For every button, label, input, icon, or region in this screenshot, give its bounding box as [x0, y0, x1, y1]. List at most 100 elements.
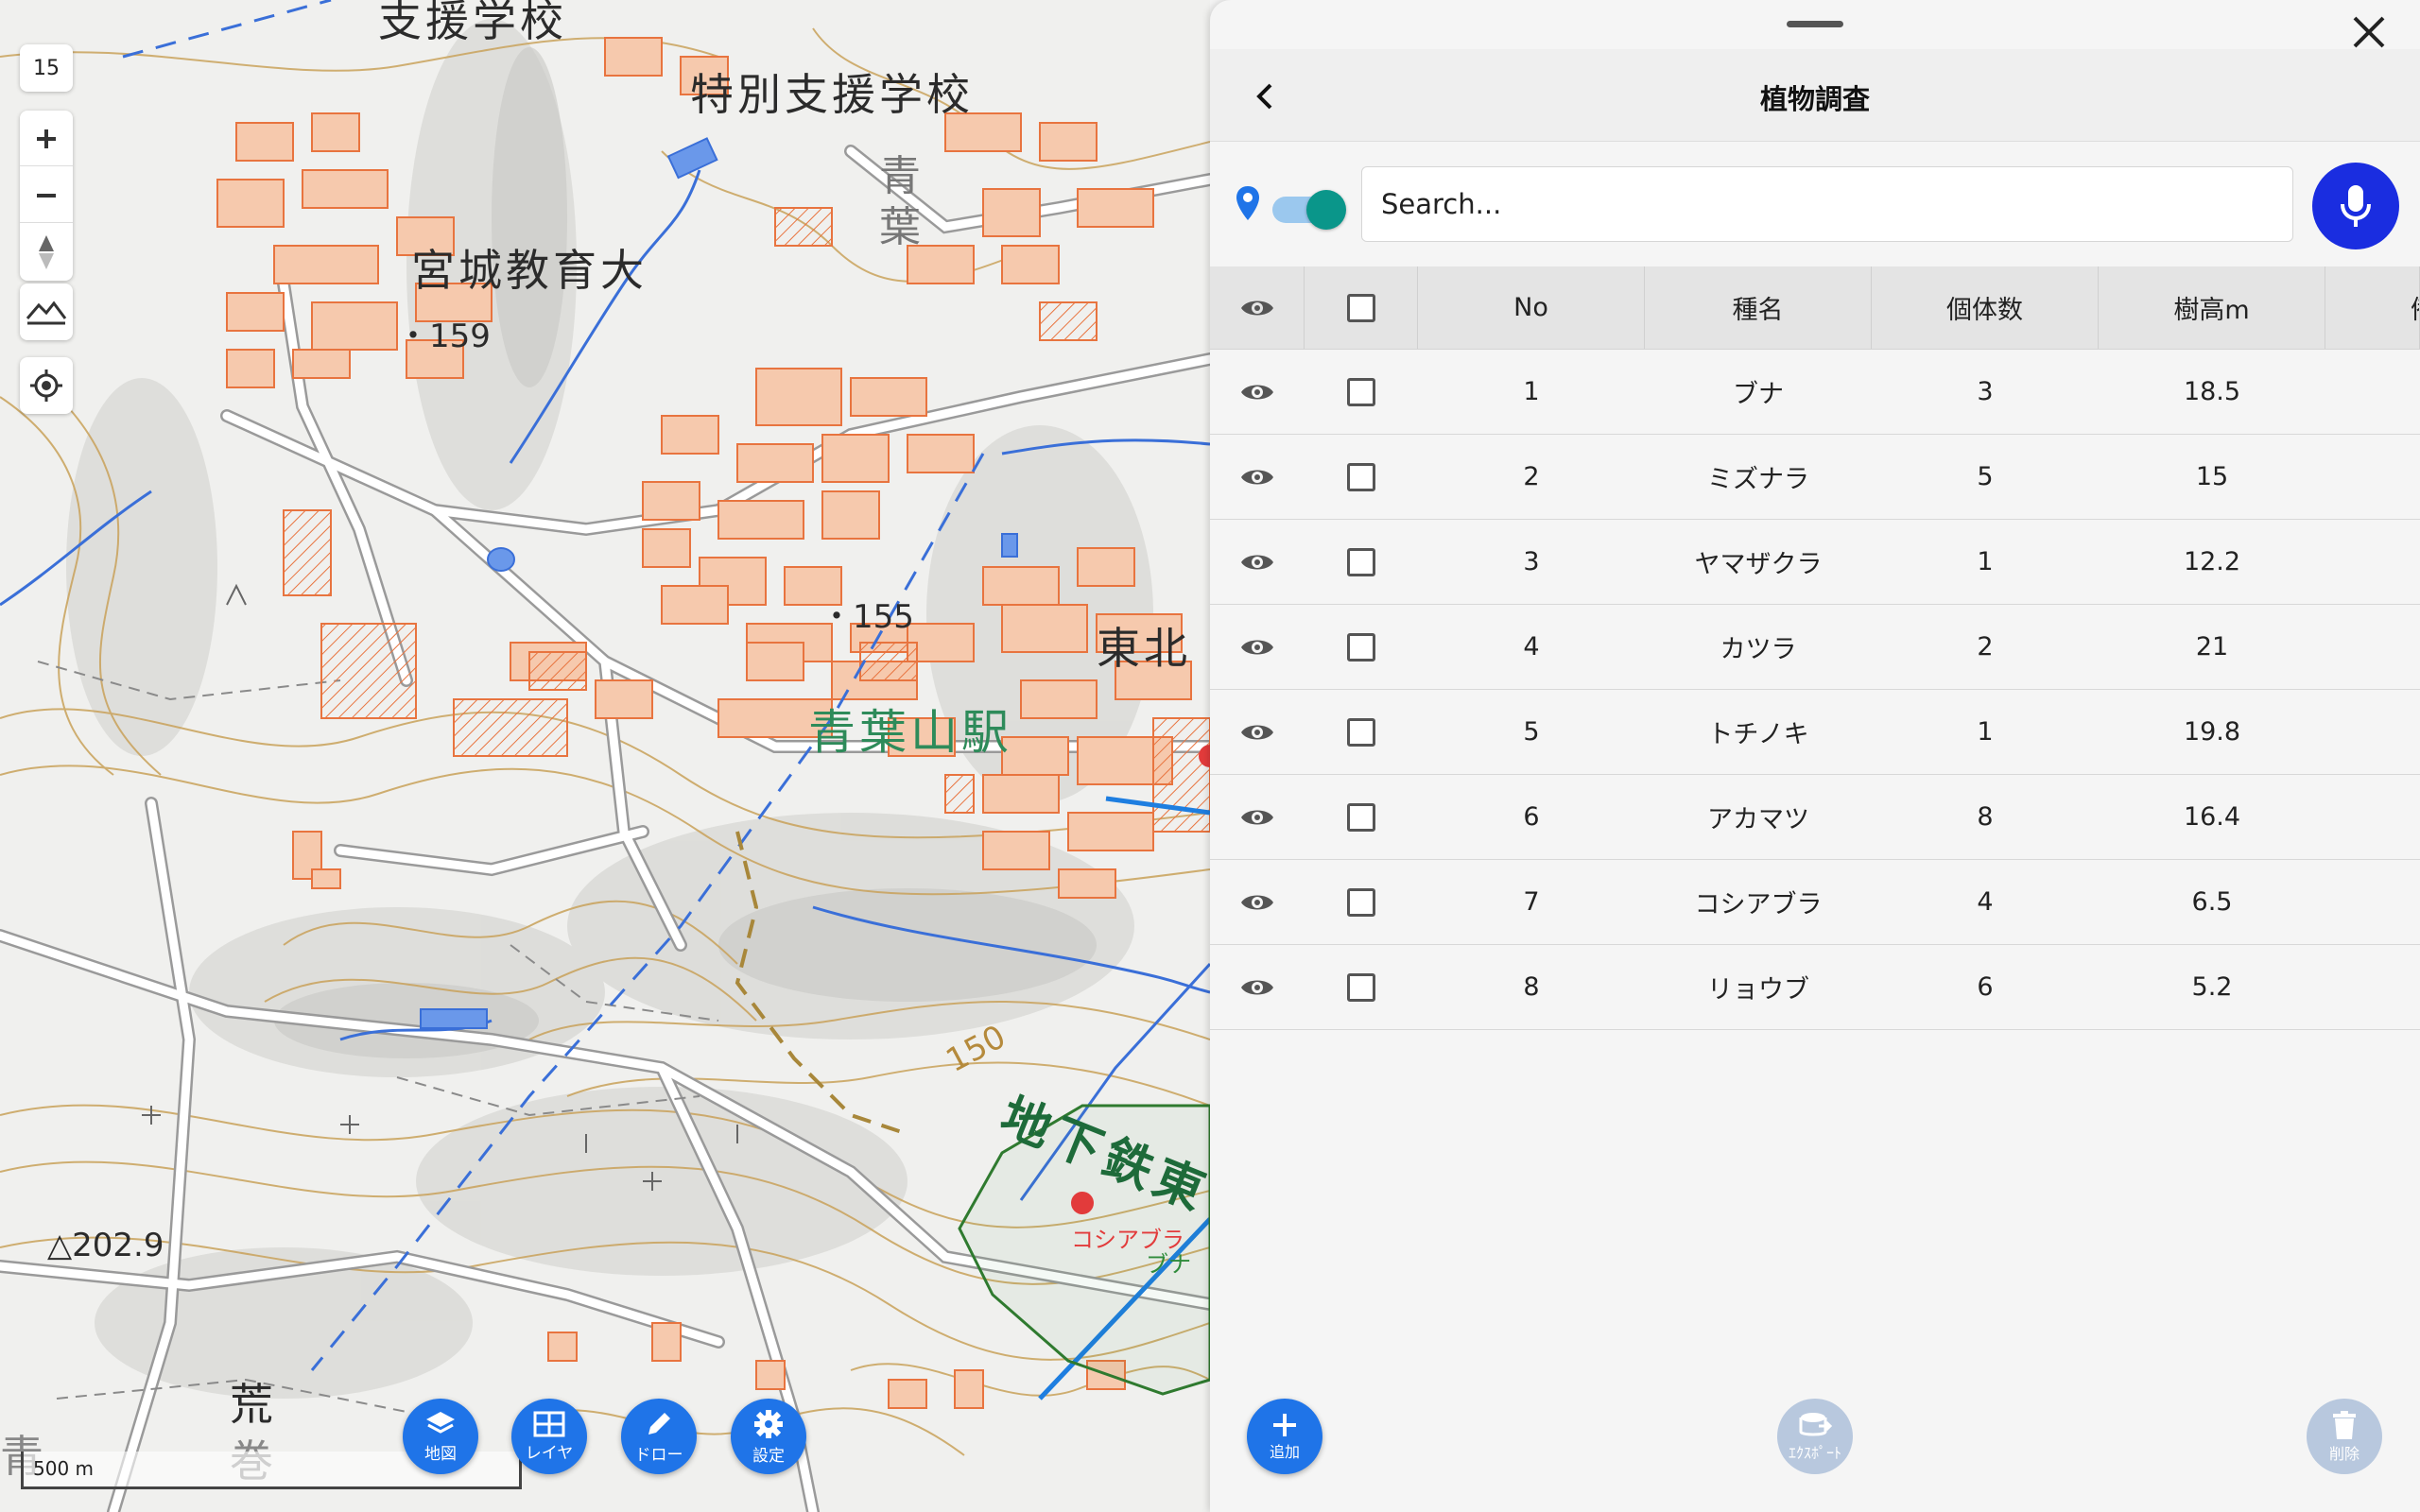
basemap-button-label: 地図: [424, 1444, 457, 1464]
row-checkbox[interactable]: [1347, 717, 1375, 747]
table-row[interactable]: 5 トチノキ 1 19.8: [1210, 690, 2420, 775]
row-visibility-toggle[interactable]: [1210, 605, 1305, 689]
row-select[interactable]: [1305, 860, 1418, 944]
location-pin-icon: [1236, 186, 1259, 220]
row-checkbox[interactable]: [1347, 972, 1375, 1002]
column-header[interactable]: 種名: [1645, 266, 1872, 349]
cell-count: 3: [1977, 377, 1994, 406]
row-select[interactable]: [1305, 690, 1418, 774]
cell-count: 6: [1977, 972, 1994, 1002]
row-visibility-toggle[interactable]: [1210, 945, 1305, 1029]
row-checkbox[interactable]: [1347, 377, 1375, 406]
row-select[interactable]: [1305, 775, 1418, 859]
eye-icon: [1241, 385, 1273, 399]
cell-species: ヤマザクラ: [1694, 550, 1823, 579]
data-table: No 種名 個体数 樹高m 備 1ブナ318.52ミズナラ5153ヤマザクラ11…: [1210, 266, 2420, 1030]
table-row[interactable]: 3 ヤマザクラ 1 12.2: [1210, 520, 2420, 605]
location-filter-toggle[interactable]: [1272, 190, 1346, 230]
export-button[interactable]: ｴｸｽﾎﾟｰﾄ: [1777, 1399, 1853, 1474]
draw-button[interactable]: ドロー: [621, 1399, 697, 1474]
table-row[interactable]: 1 ブナ 3 18.5: [1210, 350, 2420, 435]
voice-input-button[interactable]: [2312, 163, 2399, 249]
row-checkbox[interactable]: [1347, 887, 1375, 917]
add-record-label: 追加: [1269, 1442, 1300, 1461]
map-canvas[interactable]: [0, 0, 1210, 1512]
delete-button[interactable]: 削除: [2307, 1399, 2382, 1474]
row-visibility-toggle[interactable]: [1210, 690, 1305, 774]
terrain-toggle-button[interactable]: [20, 284, 73, 340]
row-select[interactable]: [1305, 435, 1418, 519]
row-visibility-toggle[interactable]: [1210, 435, 1305, 519]
header-select-all[interactable]: [1305, 266, 1418, 349]
map-label-elev-159: ・159: [397, 318, 491, 355]
row-checkbox[interactable]: [1347, 462, 1375, 491]
search-input[interactable]: [1361, 166, 2293, 242]
cell-species: コシアブラ: [1694, 890, 1823, 919]
column-header[interactable]: 備: [2325, 266, 2420, 349]
cell-no: 3: [1523, 547, 1540, 576]
row-checkbox[interactable]: [1347, 547, 1375, 576]
column-header[interactable]: No: [1418, 266, 1645, 349]
basemap-button[interactable]: 地図: [403, 1399, 478, 1474]
row-select[interactable]: [1305, 520, 1418, 604]
cell-no: 4: [1523, 632, 1540, 662]
row-checkbox[interactable]: [1347, 632, 1375, 662]
table-row[interactable]: 4 カツラ 2 21: [1210, 605, 2420, 690]
select-all-checkbox[interactable]: [1346, 293, 1375, 322]
map-label-special-school: 特別支援学校: [690, 69, 974, 120]
cell-height: 19.8: [2183, 717, 2241, 747]
row-select[interactable]: [1305, 945, 1418, 1029]
cell-species: リョウブ: [1707, 975, 1809, 1005]
row-select[interactable]: [1305, 350, 1418, 434]
draw-button-label: ドロー: [634, 1445, 683, 1465]
drag-handle[interactable]: [1787, 21, 1843, 27]
eye-icon: [1241, 810, 1273, 824]
row-visibility-toggle[interactable]: [1210, 775, 1305, 859]
eye-icon: [1241, 725, 1273, 739]
map-label-station: 青葉山駅: [808, 705, 1012, 760]
table-row[interactable]: 2 ミズナラ 5 15: [1210, 435, 2420, 520]
panel-header: 植物調査: [1210, 49, 2420, 142]
compass-button[interactable]: [20, 225, 73, 280]
map-view[interactable]: 支援学校 特別支援学校 宮城教育大 ・159 青 葉 ・155 東北 青葉山駅 …: [0, 0, 1210, 1512]
column-header[interactable]: 樹高m: [2099, 266, 2325, 349]
close-icon: [2353, 16, 2385, 48]
cell-note: [2325, 860, 2420, 944]
table-header: No 種名 個体数 樹高m 備: [1210, 266, 2420, 350]
current-location-button[interactable]: [20, 357, 73, 414]
layer-button-label: レイヤ: [525, 1443, 574, 1463]
cell-species: トチノキ: [1707, 720, 1809, 749]
column-header[interactable]: 個体数: [1872, 266, 2099, 349]
table-row[interactable]: 6 アカマツ 8 16.4: [1210, 775, 2420, 860]
table-row[interactable]: 8 リョウブ 6 5.2: [1210, 945, 2420, 1030]
cell-height: 15: [2195, 462, 2229, 491]
row-visibility-toggle[interactable]: [1210, 520, 1305, 604]
zoom-in-button[interactable]: [20, 112, 73, 166]
scale-label: 500 m: [33, 1457, 95, 1480]
zoom-out-button[interactable]: [20, 168, 73, 223]
cell-note: [2325, 775, 2420, 859]
cell-height: 18.5: [2183, 377, 2241, 406]
map-label-school-top: 支援学校: [378, 0, 567, 46]
table-row[interactable]: 7 コシアブラ 4 6.5: [1210, 860, 2420, 945]
cell-note: [2325, 690, 2420, 774]
cell-species: カツラ: [1720, 635, 1797, 664]
table-body: 1 ブナ 3 18.5 2 ミズナラ 5 15 3 ヤマザクラ 1 12.2 4 カツラ 2 21 5 トチノキ 1…: [1210, 350, 2420, 1030]
app-root: 支援学校 特別支援学校 宮城教育大 ・159 青 葉 ・155 東北 青葉山駅 …: [0, 0, 2420, 1512]
compass-icon: [39, 235, 54, 269]
row-visibility-toggle[interactable]: [1210, 860, 1305, 944]
layer-button[interactable]: レイヤ: [511, 1399, 587, 1474]
add-record-button[interactable]: 追加: [1247, 1399, 1322, 1474]
plus-icon: [37, 129, 56, 148]
row-checkbox[interactable]: [1347, 802, 1375, 832]
eye-icon: [1241, 555, 1273, 569]
minus-icon: [37, 193, 56, 198]
row-select[interactable]: [1305, 605, 1418, 689]
cell-no: 5: [1523, 717, 1540, 747]
map-feature-label-buna[interactable]: ブナ: [1146, 1246, 1191, 1279]
settings-button[interactable]: 設定: [731, 1399, 806, 1474]
eye-icon: [1241, 640, 1273, 654]
header-visibility[interactable]: [1210, 266, 1305, 349]
eye-icon: [1241, 470, 1273, 484]
row-visibility-toggle[interactable]: [1210, 350, 1305, 434]
